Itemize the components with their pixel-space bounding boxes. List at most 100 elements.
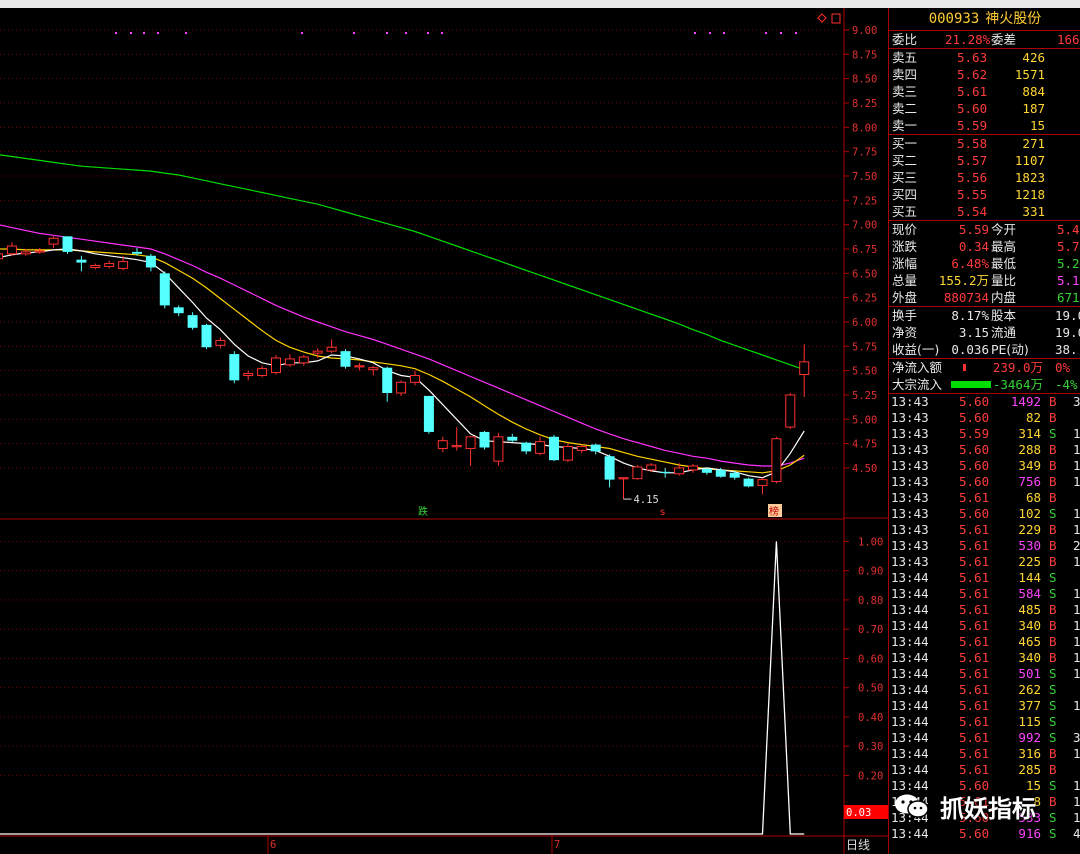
candle-body bbox=[368, 367, 379, 371]
fundamental-row[interactable]: 净资 3.15流通 19.0亿 bbox=[889, 324, 1080, 341]
quote-row[interactable]: 现价 5.59 今开 5.4 bbox=[889, 221, 1080, 238]
bids-price: 5.56 bbox=[957, 170, 988, 185]
tick-row[interactable]: 13:43 5.60 82 B bbox=[889, 410, 1080, 426]
tick-side: B bbox=[1049, 746, 1057, 761]
kline-chart[interactable]: 9.00 8.75 8.50 8.25 8.00 7.75 7.50 7.25 7.00 6.75… bbox=[0, 8, 888, 854]
flow-row[interactable]: 净流入额 239.0万 0% bbox=[889, 359, 1080, 376]
candle bbox=[785, 393, 796, 430]
candle-body bbox=[118, 261, 129, 269]
tick-time: 13:43 bbox=[891, 458, 929, 473]
candle-body bbox=[132, 251, 142, 254]
tick-volume: 756 bbox=[1018, 474, 1041, 489]
period-label[interactable]: 日线 bbox=[846, 836, 870, 853]
asks-row[interactable]: 卖二 5.60 187 bbox=[889, 100, 1080, 117]
bids-row[interactable]: 买四 5.55 1218 bbox=[889, 186, 1080, 203]
candle-body bbox=[562, 446, 573, 461]
asks-row[interactable]: 卖五 5.63 426 bbox=[889, 49, 1080, 66]
tick-row[interactable]: 13:44 5.61 377 S 1 bbox=[889, 698, 1080, 714]
ind-tick-label: 1.00 bbox=[858, 536, 883, 548]
tick-time: 13:44 bbox=[891, 826, 929, 841]
candle bbox=[507, 433, 518, 443]
candle bbox=[298, 355, 309, 366]
candle-body bbox=[771, 438, 782, 483]
signal-s: s bbox=[660, 507, 665, 518]
ma10-line bbox=[0, 248, 805, 474]
tick-row[interactable]: 13:43 5.61 530 B 2 bbox=[889, 538, 1080, 554]
tick-row[interactable]: 13:44 5.61 340 B 1 bbox=[889, 650, 1080, 666]
ma20-path bbox=[0, 224, 805, 467]
tick-row[interactable]: 13:44 5.61 584 S 1 bbox=[889, 586, 1080, 602]
flow-row[interactable]: 大宗流入 -3464万 -4% bbox=[889, 376, 1080, 393]
tick-row[interactable]: 13:44 5.61 262 S bbox=[889, 682, 1080, 698]
tick-side: S bbox=[1049, 586, 1057, 601]
asks-label: 卖一 bbox=[892, 118, 918, 133]
bids-row[interactable]: 买二 5.57 1107 bbox=[889, 152, 1080, 169]
tick-row[interactable]: 13:43 5.61 225 B 1 bbox=[889, 554, 1080, 570]
quote-row[interactable]: 涨幅 6.48% 最低 5.2 bbox=[889, 255, 1080, 272]
tick-row[interactable]: 13:44 5.61 285 B bbox=[889, 762, 1080, 778]
asks-row[interactable]: 卖一 5.59 15 bbox=[889, 117, 1080, 134]
candle bbox=[90, 263, 101, 270]
tick-row[interactable]: 13:43 5.60 349 B 1 bbox=[889, 458, 1080, 474]
tick-row[interactable]: 13:44 5.60 916 S 4 bbox=[889, 826, 1080, 842]
quote-value: 155.2万 bbox=[938, 273, 989, 288]
quote-label: 内盘 bbox=[991, 290, 1017, 305]
fundamental-row[interactable]: 换手 8.17%股本 19.0亿 bbox=[889, 307, 1080, 324]
tick-time: 13:44 bbox=[891, 762, 929, 777]
tick-row[interactable]: 13:43 5.61 68 B bbox=[889, 490, 1080, 506]
quote-row[interactable]: 外盘 880734内盘 67155 bbox=[889, 289, 1080, 306]
tick-price: 5.60 bbox=[959, 458, 990, 473]
watermark: 抓妖指标 bbox=[888, 784, 1078, 828]
fund-value: 38. bbox=[1055, 342, 1078, 357]
tick-volume: 262 bbox=[1018, 682, 1041, 697]
tick-row[interactable]: 13:44 5.61 501 S 1 bbox=[889, 666, 1080, 682]
marker-dot bbox=[709, 32, 711, 34]
tick-list[interactable]: 13:43 5.60 1492 B 3 13:43 5.60 82 B 13:43 5.59 314 S… bbox=[889, 394, 1080, 842]
asks-row[interactable]: 卖四 5.62 1571 bbox=[889, 66, 1080, 83]
tick-row[interactable]: 13:43 5.60 1492 B 3 bbox=[889, 394, 1080, 410]
candle-body bbox=[159, 273, 170, 306]
marker-dot bbox=[765, 32, 767, 34]
quote-row[interactable]: 总量 155.2万 量比 5.1 bbox=[889, 272, 1080, 289]
ind-tick-label: 0.90 bbox=[858, 566, 883, 578]
bids-row[interactable]: 买五 5.54 331 bbox=[889, 203, 1080, 220]
quote-row[interactable]: 涨跌 0.34 最高 5.7 bbox=[889, 238, 1080, 255]
fund-label: 换手 bbox=[892, 308, 918, 323]
tick-row[interactable]: 13:43 5.60 756 B 1 bbox=[889, 474, 1080, 490]
candle bbox=[354, 362, 365, 371]
stock-code: 000933 bbox=[928, 11, 980, 27]
bids-label: 买一 bbox=[892, 136, 918, 151]
tick-row[interactable]: 13:44 5.61 992 S 3 bbox=[889, 730, 1080, 746]
tick-count: 1 bbox=[1073, 426, 1080, 441]
candle bbox=[632, 465, 643, 480]
bids-row[interactable]: 买一 5.58 271 bbox=[889, 135, 1080, 152]
tick-row[interactable]: 13:43 5.59 314 S 1 bbox=[889, 426, 1080, 442]
tick-time: 13:44 bbox=[891, 634, 929, 649]
tick-row[interactable]: 13:43 5.60 102 S 1 bbox=[889, 506, 1080, 522]
candle bbox=[284, 354, 295, 367]
y-tick-label: 9.00 bbox=[852, 25, 877, 37]
tick-count: 1 bbox=[1073, 634, 1080, 649]
tick-row[interactable]: 13:44 5.61 340 B 1 bbox=[889, 618, 1080, 634]
bids-row[interactable]: 买三 5.56 1823 bbox=[889, 169, 1080, 186]
asks-row[interactable]: 卖三 5.61 884 bbox=[889, 83, 1080, 100]
tick-row[interactable]: 13:43 5.61 229 B 1 bbox=[889, 522, 1080, 538]
diff-label: 委差 bbox=[991, 32, 1017, 47]
tick-row[interactable]: 13:44 5.61 465 B 1 bbox=[889, 634, 1080, 650]
candles[interactable] bbox=[0, 236, 810, 500]
tick-row[interactable]: 13:43 5.60 288 B 1 bbox=[889, 442, 1080, 458]
tick-row[interactable]: 13:44 5.61 144 S bbox=[889, 570, 1080, 586]
annotations: 4.15 跌 s 榜 bbox=[418, 494, 782, 518]
stock-header[interactable]: 000933 神火股份 bbox=[889, 8, 1080, 31]
diff-value: 166 bbox=[1057, 32, 1080, 47]
candle-body bbox=[145, 255, 156, 268]
candle-body bbox=[507, 436, 518, 441]
fundamental-row[interactable]: 收益(一) 0.036 PE(动) 38. bbox=[889, 341, 1080, 358]
tick-row[interactable]: 13:44 5.61 316 B 1 bbox=[889, 746, 1080, 762]
quote-label: 总量 bbox=[892, 273, 918, 288]
candle-body bbox=[104, 263, 115, 267]
tick-row[interactable]: 13:44 5.61 115 S bbox=[889, 714, 1080, 730]
tick-row[interactable]: 13:44 5.61 485 B 1 bbox=[889, 602, 1080, 618]
candle bbox=[437, 436, 448, 453]
ind-tick-label: 0.50 bbox=[858, 683, 883, 695]
